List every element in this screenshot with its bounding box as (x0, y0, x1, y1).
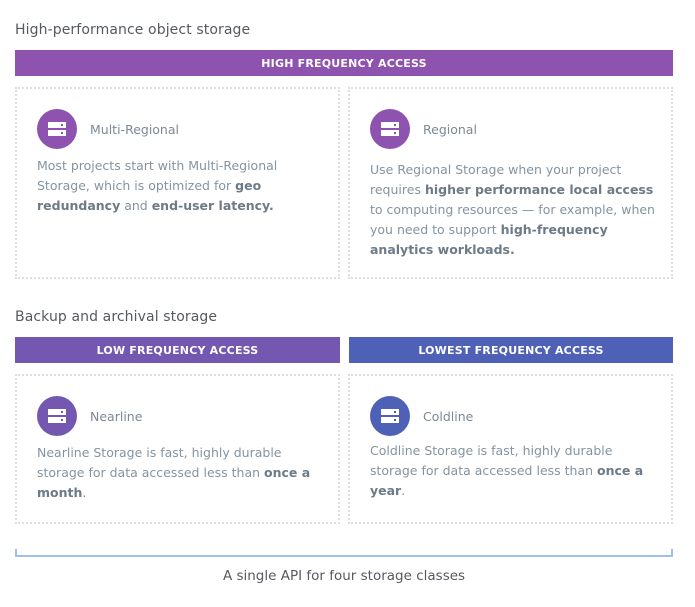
storage-server-icon (37, 109, 77, 149)
banner-lowest-frequency-access: LOWEST FREQUENCY ACCESS (349, 337, 673, 363)
section-title-backup: Backup and archival storage (15, 309, 218, 325)
card-description: Use Regional Storage when your project r… (370, 160, 655, 260)
storage-server-icon (370, 396, 410, 436)
card-description: Coldline Storage is fast, highly durable… (370, 441, 655, 501)
card-title: Regional (423, 121, 477, 137)
card-title: Coldline (423, 408, 474, 424)
section-title-high-performance: High-performance object storage (15, 22, 251, 38)
banner-low-frequency-access: LOW FREQUENCY ACCESS (15, 337, 340, 363)
text: Nearline Storage is fast, highly durable… (37, 445, 282, 480)
text: . (82, 485, 87, 500)
card-header: Coldline (370, 396, 473, 436)
text: . (401, 483, 406, 498)
card-header: Nearline (37, 396, 142, 436)
card-multi-regional: Multi-Regional Most projects start with … (15, 87, 340, 279)
card-coldline: Coldline Coldline Storage is fast, highl… (348, 374, 673, 524)
emphasis: higher performance local access (424, 182, 654, 197)
banner-high-frequency-access: HIGH FREQUENCY ACCESS (15, 50, 673, 76)
storage-server-icon (37, 396, 77, 436)
footer-caption: A single API for four storage classes (222, 568, 466, 584)
card-description: Nearline Storage is fast, highly durable… (37, 443, 322, 503)
card-title: Nearline (90, 408, 143, 424)
text: Coldline Storage is fast, highly durable… (370, 443, 613, 478)
card-title: Multi-Regional (90, 121, 179, 137)
storage-server-icon (370, 109, 410, 149)
api-bracket (15, 549, 673, 557)
card-header: Multi-Regional (37, 109, 179, 149)
card-nearline: Nearline Nearline Storage is fast, highl… (15, 374, 340, 524)
card-header: Regional (370, 109, 477, 149)
card-regional: Regional Use Regional Storage when your … (348, 87, 673, 279)
emphasis: end-user latency. (151, 198, 274, 213)
text: and (120, 198, 152, 213)
card-description: Most projects start with Multi-Regional … (37, 156, 322, 216)
